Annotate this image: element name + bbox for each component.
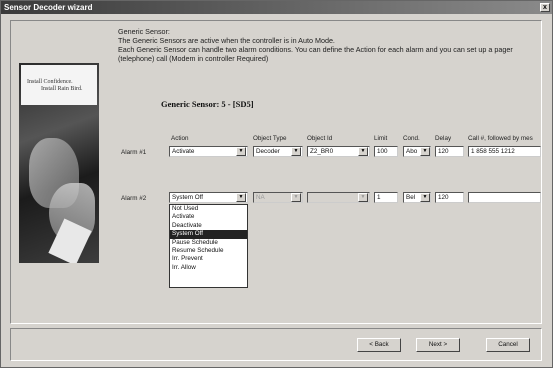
alarm2-object-id-select: ▼ (307, 192, 370, 203)
back-button[interactable]: < Back (357, 338, 401, 352)
header-object-id: Object Id (307, 135, 333, 142)
close-button[interactable]: x (540, 3, 550, 12)
header-call: Call #, followed by mes (468, 135, 533, 142)
alarm1-limit-input[interactable]: 100 (374, 146, 398, 157)
chevron-down-icon: ▼ (358, 193, 368, 202)
cancel-button[interactable]: Cancel (486, 338, 530, 352)
chevron-down-icon[interactable]: ▼ (420, 147, 430, 156)
logo-line-1: Install Confidence. (27, 79, 73, 85)
alarm1-call-input[interactable]: 1 858 555 1212 (468, 146, 541, 157)
intro-heading: Generic Sensor: (118, 27, 170, 36)
dropdown-option[interactable]: Irr. Allow (170, 264, 247, 272)
header-delay: Delay (435, 135, 452, 142)
logo-line-2: Install Rain Bird. (41, 86, 83, 92)
chevron-down-icon[interactable]: ▼ (236, 193, 246, 202)
brand-logo: Install Confidence. Install Rain Bird. (21, 65, 97, 105)
dropdown-option[interactable]: Activate (170, 213, 247, 221)
chevron-down-icon: ▼ (291, 193, 301, 202)
alarm1-object-id-select[interactable]: Z2_BR0 ▼ (307, 146, 370, 157)
sensor-title: Generic Sensor: 5 - [SD5] (161, 99, 254, 109)
alarm1-object-type-select[interactable]: Decoder ▼ (253, 146, 303, 157)
wizard-window: Sensor Decoder wizard x Install Confiden… (0, 0, 553, 368)
window-title: Sensor Decoder wizard (4, 3, 93, 12)
intro-line-2: Each Generic Sensor can handle two alarm… (118, 45, 513, 63)
dropdown-option[interactable]: Deactivate (170, 222, 247, 230)
action-dropdown-list: Not Used Activate Deactivate System Off … (169, 204, 248, 288)
dropdown-option[interactable]: Pause Schedule (170, 239, 247, 247)
chevron-down-icon[interactable]: ▼ (236, 147, 246, 156)
dropdown-option[interactable]: Not Used (170, 205, 247, 213)
sidebar-image: Install Confidence. Install Rain Bird. (19, 63, 99, 263)
next-button[interactable]: Next > (416, 338, 460, 352)
alarm2-limit-input[interactable]: 1 (374, 192, 398, 203)
header-action: Action (171, 135, 189, 142)
header-object-type: Object Type (253, 135, 287, 142)
dropdown-option[interactable]: Resume Schedule (170, 247, 247, 255)
intro-text: Generic Sensor: The Generic Sensors are … (118, 27, 533, 63)
chevron-down-icon[interactable]: ▼ (358, 147, 368, 156)
alarm2-action-select[interactable]: System Off ▼ (169, 192, 248, 203)
button-bar (10, 328, 542, 361)
intro-line-1: The Generic Sensors are active when the … (118, 36, 335, 45)
header-limit: Limit (374, 135, 388, 142)
alarm1-cond-select[interactable]: Abo ▼ (403, 146, 431, 157)
alarm2-object-type-select: NA ▼ (253, 192, 303, 203)
alarm2-call-input[interactable] (468, 192, 541, 203)
dropdown-option[interactable]: Irr. Prevent (170, 255, 247, 263)
alarm1-action-select[interactable]: Activate ▼ (169, 146, 248, 157)
alarm2-label: Alarm #2 (121, 195, 147, 202)
dropdown-option-selected[interactable]: System Off (170, 230, 247, 239)
header-cond: Cond. (403, 135, 420, 142)
alarm2-delay-input[interactable]: 120 (435, 192, 464, 203)
title-bar: Sensor Decoder wizard (1, 1, 552, 14)
alarm1-label: Alarm #1 (121, 149, 147, 156)
alarm1-delay-input[interactable]: 120 (435, 146, 464, 157)
chevron-down-icon[interactable]: ▼ (420, 193, 430, 202)
alarm2-cond-select[interactable]: Bel ▼ (403, 192, 431, 203)
chevron-down-icon[interactable]: ▼ (291, 147, 301, 156)
